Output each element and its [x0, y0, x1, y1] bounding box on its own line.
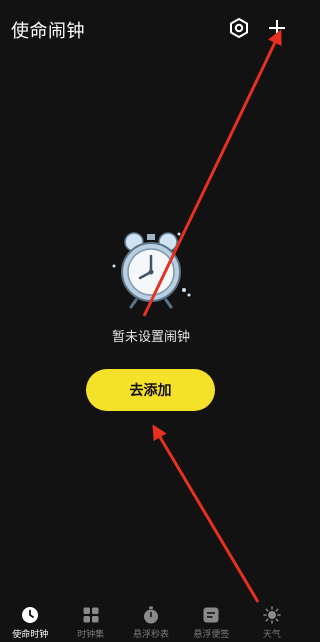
tab-weather[interactable]: 天气	[242, 598, 302, 642]
app-header: 使命闹钟	[0, 0, 302, 60]
grid-icon	[83, 607, 99, 623]
note-icon	[203, 607, 219, 623]
bottom-tab-bar: 使命时钟 时钟集 悬浮秒表 悬浮便签 天气	[0, 598, 302, 642]
tab-label: 悬浮秒表	[133, 630, 170, 640]
hexagon-settings-icon	[230, 18, 248, 38]
tab-floating-note[interactable]: 悬浮便签	[181, 598, 241, 642]
plus-icon	[269, 20, 285, 36]
alarm-clock-illustration	[112, 232, 191, 309]
tab-mission-clock[interactable]: 使命时钟	[0, 598, 60, 642]
clock-icon	[22, 607, 39, 623]
tab-clock-set[interactable]: 时钟集	[60, 598, 120, 642]
empty-state-message: 暂未设置闹钟	[111, 330, 190, 345]
tab-label: 天气	[262, 630, 281, 640]
tab-label: 悬浮便签	[193, 630, 230, 640]
page-title: 使命闹钟	[11, 21, 85, 42]
add-alarm-button[interactable]	[264, 15, 290, 41]
annotation-arrow-to-button	[152, 424, 260, 603]
stopwatch-icon	[144, 606, 159, 624]
annotation-arrows	[142, 29, 282, 603]
add-alarm-cta-button[interactable]: 去添加	[86, 369, 215, 411]
tab-label: 使命时钟	[12, 630, 49, 640]
tab-label: 时钟集	[77, 630, 105, 640]
tab-floating-stopwatch[interactable]: 悬浮秒表	[121, 598, 181, 642]
settings-button[interactable]	[226, 15, 252, 41]
sun-icon	[263, 606, 281, 624]
